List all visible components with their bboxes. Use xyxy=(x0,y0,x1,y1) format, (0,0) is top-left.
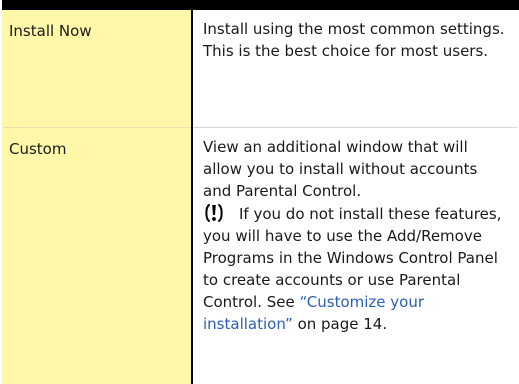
option-name-cell: Install Now xyxy=(2,10,193,128)
top-rule xyxy=(2,0,519,10)
note: If you do not install these features, yo… xyxy=(203,202,509,335)
warning-icon xyxy=(203,202,225,224)
option-description-cell: View an additional window that will allo… xyxy=(192,127,517,384)
option-description: Install using the most common settings. … xyxy=(203,20,505,60)
option-name: Custom xyxy=(9,139,67,158)
option-name-cell: Custom xyxy=(2,127,193,384)
option-description-cell: Install using the most common settings. … xyxy=(192,10,517,128)
option-description: View an additional window that will allo… xyxy=(203,137,478,200)
install-options-table: Install Now Install using the most commo… xyxy=(2,10,517,384)
option-name: Install Now xyxy=(9,22,92,40)
table-row: Custom View an additional window that wi… xyxy=(2,127,517,384)
note-trailing-text: on page 14. xyxy=(297,314,388,333)
table-row: Install Now Install using the most commo… xyxy=(2,10,517,128)
